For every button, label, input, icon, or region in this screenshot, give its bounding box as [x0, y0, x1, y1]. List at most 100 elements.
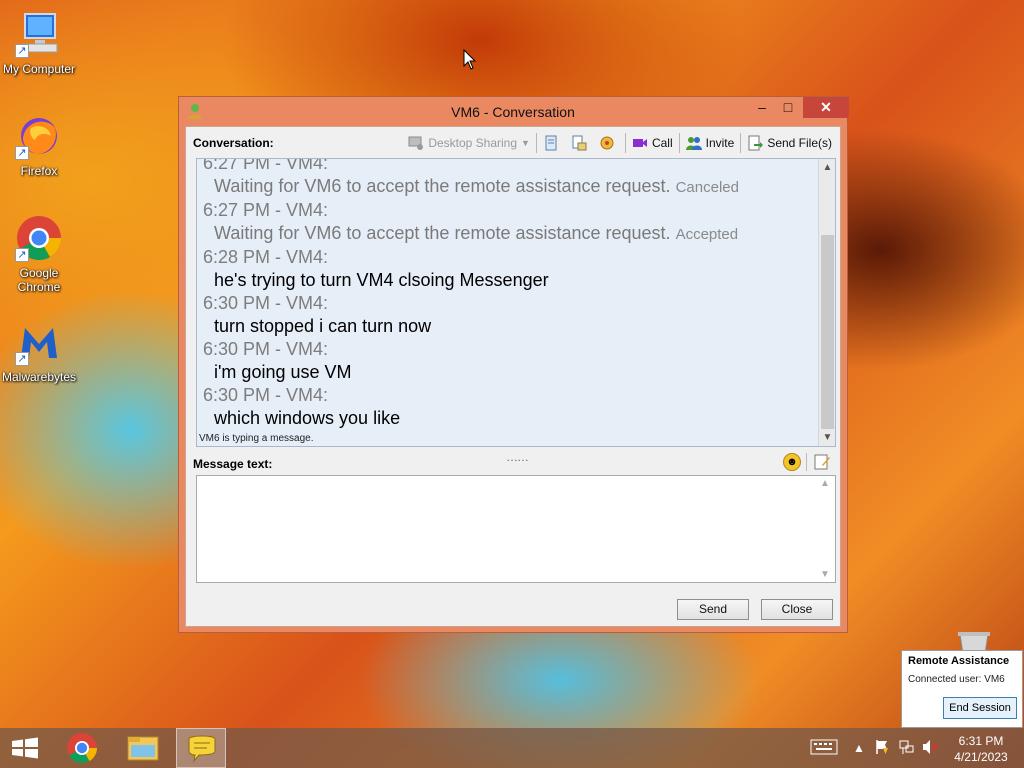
toolbar-divider	[678, 133, 680, 153]
input-toolbar-divider	[806, 453, 807, 471]
invite-button[interactable]: Invite	[682, 132, 739, 154]
remote-assistance-panel: Remote Assistance Connected user: VM6 En…	[901, 650, 1023, 728]
window-close-button[interactable]: ✕	[803, 97, 849, 118]
emoticon-icon[interactable]: ☻	[783, 453, 801, 471]
taskbar-file-explorer[interactable]	[118, 728, 168, 768]
window-title: VM6 - Conversation	[451, 104, 575, 120]
toolbar-divider	[535, 133, 537, 153]
desktop-icon-chrome[interactable]: ↗ Google Chrome	[0, 214, 78, 294]
toolbar-divider	[740, 133, 742, 153]
desktop-sharing-button[interactable]: Desktop Sharing ▼	[404, 132, 534, 154]
minimize-button[interactable]: –	[749, 97, 775, 118]
video-camera-icon	[632, 135, 648, 151]
end-session-button[interactable]: End Session	[943, 697, 1017, 719]
input-scroll-up-icon[interactable]: ▲	[820, 478, 830, 489]
message-header: 6:27 PM - VM4:	[203, 158, 329, 173]
message-text: he's trying to turn VM4 clsoing Messenge…	[214, 270, 549, 290]
scrollbar-thumb[interactable]	[821, 235, 834, 429]
splitter-grip[interactable]: ……	[506, 450, 529, 464]
chevron-down-icon: ▼	[521, 138, 530, 148]
message-text: turn stopped i can turn now	[214, 316, 432, 336]
desktop-icon-label: My Computer	[2, 62, 76, 76]
activities-icon	[599, 135, 615, 151]
message-text-input[interactable]	[196, 475, 836, 583]
typing-status: VM6 is typing a message.	[199, 433, 314, 444]
whiteboard-button[interactable]	[539, 132, 567, 154]
message-text: Waiting for VM6 to accept the remote ass…	[214, 223, 671, 243]
clock-date: 4/21/2023	[954, 750, 1008, 764]
message-body: he's trying to turn VM4 clsoing Messenge…	[197, 269, 817, 292]
desktop-icon-label: Google Chrome	[17, 266, 61, 294]
connected-user-text: Connected user: VM6	[908, 674, 1005, 685]
conversation-toolbar: Desktop Sharing ▼ Call Invite Send File(…	[404, 131, 836, 155]
chrome-icon	[67, 733, 97, 764]
message-text: i'm going use VM	[214, 362, 352, 382]
touch-keyboard-icon[interactable]	[810, 738, 838, 759]
firefox-icon: ↗	[15, 112, 63, 160]
desktop-icon-firefox[interactable]: ↗ Firefox	[0, 112, 78, 178]
mouse-cursor-icon	[463, 48, 477, 71]
send-files-button[interactable]: Send File(s)	[743, 132, 836, 154]
input-scroll-down-icon[interactable]: ▼	[820, 569, 830, 580]
network-icon[interactable]	[898, 739, 914, 758]
history-scrollbar[interactable]: ▲ ▼	[818, 159, 835, 446]
message-header: 6:28 PM - VM4:	[203, 247, 329, 267]
computer-icon: ↗	[15, 10, 63, 58]
call-label: Call	[651, 136, 673, 150]
desktop-icon-label: Malwarebytes	[1, 370, 77, 384]
message-header: 6:30 PM - VM4:	[203, 339, 329, 359]
invite-label: Invite	[705, 136, 735, 150]
start-button[interactable]	[4, 733, 46, 763]
clock-time: 6:31 PM	[958, 734, 1004, 748]
conversation-label: Conversation:	[193, 136, 274, 150]
taskbar-chrome[interactable]	[57, 728, 107, 768]
message-text-label: Message text:	[193, 457, 273, 471]
windows-logo-icon	[12, 737, 38, 759]
whiteboard-icon	[543, 135, 559, 151]
message-body: i'm going use VM	[197, 361, 817, 384]
window-client-area: Conversation: Desktop Sharing ▼ Call Inv…	[185, 126, 841, 627]
message-text: Waiting for VM6 to accept the remote ass…	[214, 176, 671, 196]
chrome-icon: ↗	[15, 214, 63, 262]
message-header: 6:30 PM - VM4:	[203, 385, 329, 405]
activities-button[interactable]	[595, 132, 623, 154]
conversation-history[interactable]: 6:27 PM - VM4: Waiting for VM6 to accept …	[196, 158, 836, 447]
message-body: turn stopped i can turn now	[197, 315, 817, 338]
remote-assistance-title: Remote Assistance	[908, 655, 1010, 667]
taskbar: ▲ 6:31 PM 4/21/2023	[0, 728, 1024, 768]
message-body: which windows you like	[197, 407, 817, 430]
message-header: 6:30 PM - VM4:	[203, 293, 329, 313]
message-body: Waiting for VM6 to accept the remote ass…	[197, 222, 817, 246]
desktop-sharing-label: Desktop Sharing	[428, 136, 518, 150]
desktop-sharing-icon	[408, 135, 424, 151]
title-bar[interactable]: VM6 - Conversation – □ ✕	[179, 97, 849, 125]
maximize-button[interactable]: □	[775, 97, 801, 118]
malwarebytes-icon: ↗	[15, 318, 63, 366]
scroll-down-arrow-icon[interactable]: ▼	[819, 429, 835, 446]
show-hidden-icons-icon[interactable]: ▲	[853, 741, 865, 755]
chat-bubble-icon	[188, 735, 216, 763]
request-status: Accepted	[675, 226, 739, 243]
send-file-icon	[747, 135, 764, 151]
taskbar-messenger[interactable]	[176, 728, 226, 768]
call-button[interactable]: Call	[628, 132, 677, 154]
desktop-icon-malwarebytes[interactable]: ↗ Malwarebytes	[0, 318, 78, 384]
input-scrollbar[interactable]: ▲ ▼	[816, 476, 834, 582]
close-button[interactable]: Close	[761, 599, 833, 620]
message-body: Waiting for VM6 to accept the remote ass…	[197, 175, 817, 199]
send-button[interactable]: Send	[677, 599, 749, 620]
action-center-flag-icon[interactable]	[874, 739, 890, 758]
message-text: which windows you like	[214, 408, 401, 428]
document-share-icon	[571, 135, 587, 151]
desktop-icon-label: Firefox	[20, 164, 58, 178]
taskbar-clock[interactable]: 6:31 PM 4/21/2023	[945, 733, 1017, 765]
application-sharing-button[interactable]	[567, 132, 595, 154]
folder-icon	[127, 736, 159, 761]
send-files-label: Send File(s)	[767, 136, 832, 150]
scroll-up-arrow-icon[interactable]: ▲	[819, 159, 835, 176]
format-text-icon[interactable]	[813, 453, 831, 471]
conversation-window: VM6 - Conversation – □ ✕ Conversation: D…	[178, 96, 849, 633]
volume-muted-icon[interactable]	[922, 739, 938, 758]
invite-contacts-icon	[685, 135, 702, 151]
desktop-icon-my-computer[interactable]: ↗ My Computer	[0, 10, 78, 76]
